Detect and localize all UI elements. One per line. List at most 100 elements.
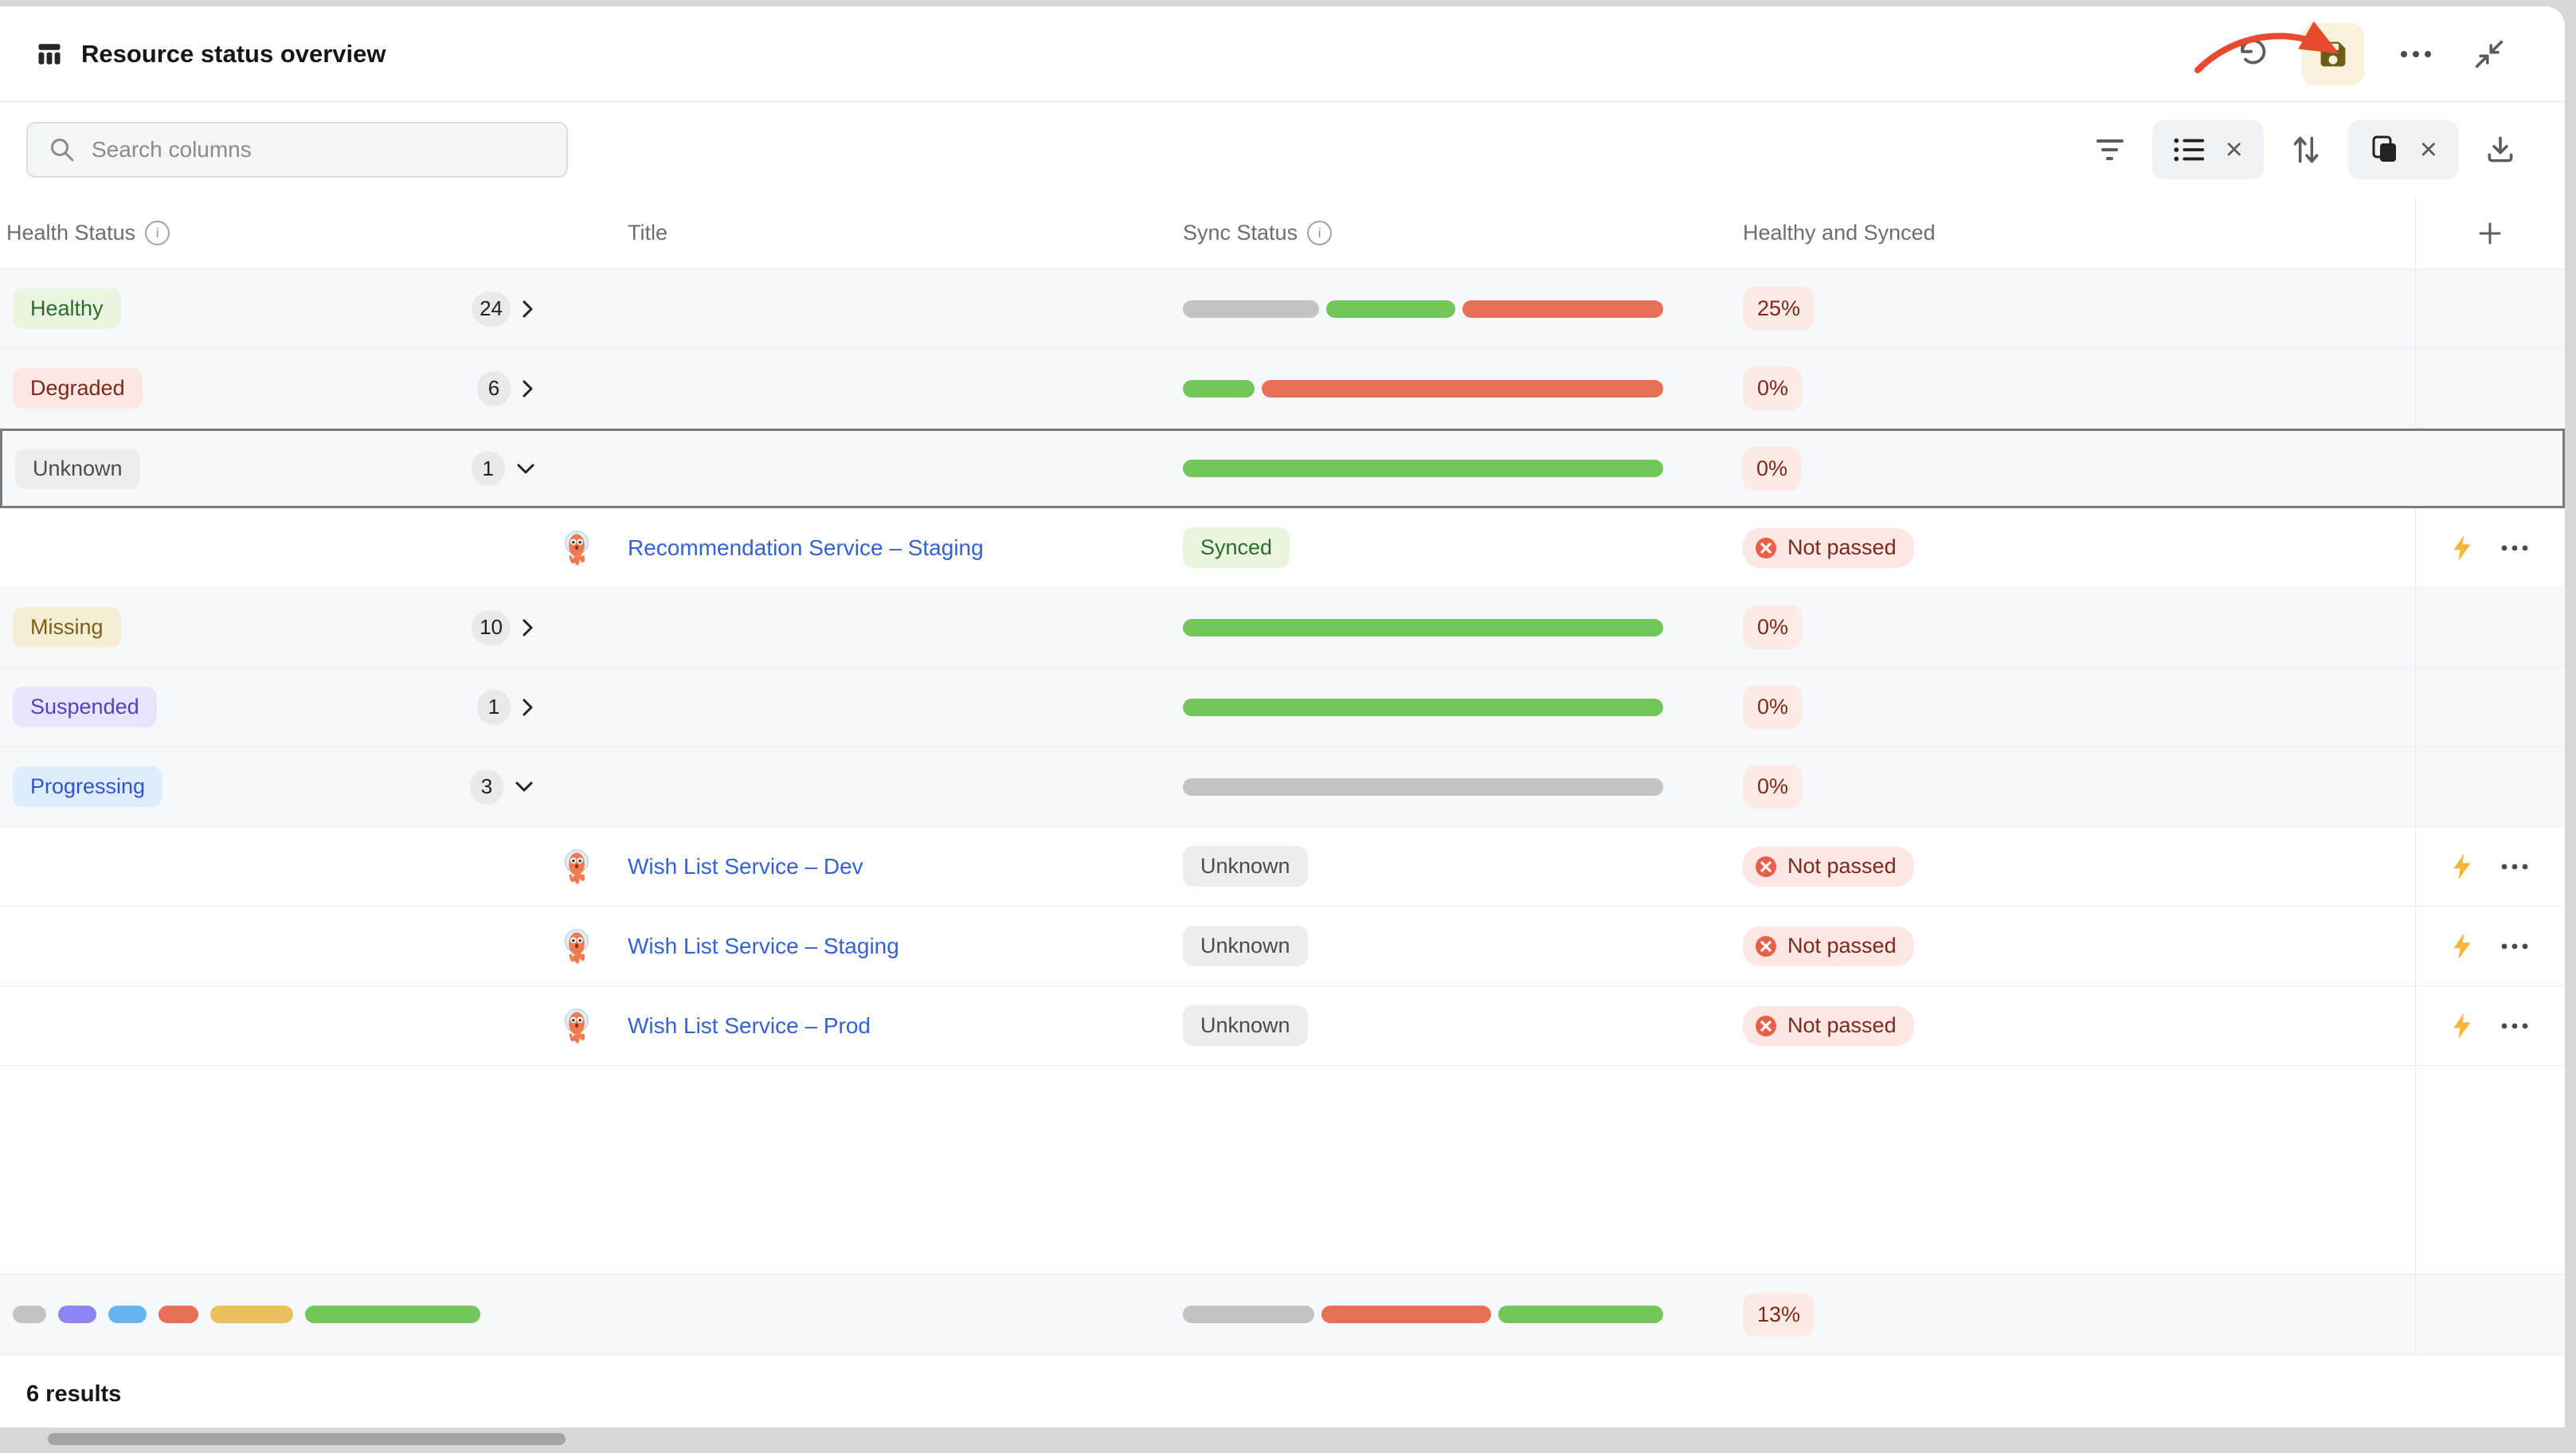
bar-segment (1183, 1306, 1314, 1323)
group-count-badge: 6 (477, 371, 511, 406)
group-copy-button[interactable] (2369, 134, 2401, 166)
table-row-service[interactable]: Wish List Service – Prod Unknown Not pas… (0, 986, 2565, 1066)
sync-status-bar (1183, 699, 1663, 716)
group-count-badge: 10 (472, 610, 511, 645)
save-button[interactable] (2302, 23, 2364, 85)
sync-status-summary-bar (1183, 1306, 1663, 1323)
filter-button[interactable] (2089, 128, 2132, 171)
status-badge: Missing (13, 607, 121, 648)
list-view-button[interactable] (2173, 135, 2206, 164)
chevron-down-icon[interactable] (516, 463, 535, 475)
download-button[interactable] (2479, 128, 2522, 171)
table-row-suspended[interactable]: Suspended 1 0% (0, 668, 2565, 747)
column-header-title[interactable]: Title (613, 221, 1179, 245)
undo-button[interactable] (2229, 33, 2272, 76)
lightning-icon[interactable] (2451, 852, 2473, 881)
table-row-unknown-selected[interactable]: Unknown 1 0% (0, 429, 2565, 508)
percent-badge: 0% (1743, 605, 1803, 649)
chevron-right-icon[interactable] (522, 618, 534, 637)
table-row-degraded[interactable]: Degraded 6 0% (0, 349, 2565, 429)
bar-segment (1498, 1306, 1663, 1323)
screen: Resource status overview (0, 0, 2576, 1453)
check-status-badge: Not passed (1743, 847, 1914, 887)
service-link[interactable]: Wish List Service – Prod (628, 1013, 871, 1039)
column-header-row: Health Status i Title Sync Status i Heal… (0, 198, 2565, 269)
info-icon[interactable]: i (145, 221, 170, 245)
bar-segment (1183, 778, 1663, 796)
chevron-right-icon[interactable] (522, 698, 534, 717)
table-row-healthy[interactable]: Healthy 24 25% (0, 269, 2565, 349)
bar-segment (305, 1306, 480, 1323)
search-box[interactable] (26, 122, 568, 178)
table-row-service[interactable]: Recommendation Service – Staging Synced … (0, 508, 2565, 588)
row-menu-icon[interactable] (2500, 544, 2529, 552)
service-link[interactable]: Recommendation Service – Staging (628, 535, 984, 561)
sync-status-badge: Unknown (1183, 926, 1308, 966)
column-divider (2415, 198, 2416, 1355)
add-column-button[interactable] (2415, 220, 2565, 247)
service-link[interactable]: Wish List Service – Dev (628, 854, 863, 879)
status-badge: Suspended (13, 687, 157, 727)
row-menu-icon[interactable] (2500, 942, 2529, 950)
row-menu-icon[interactable] (2500, 863, 2529, 871)
percent-badge: 25% (1743, 287, 1815, 331)
list-view-icon (2173, 135, 2206, 164)
circle-x-icon (1754, 1014, 1778, 1038)
bar-segment (1326, 300, 1455, 318)
table-body: Healthy 24 25% Degraded 6 0% (0, 269, 2565, 1066)
bar-segment (58, 1306, 96, 1323)
chevron-right-icon[interactable] (522, 300, 534, 319)
circle-x-icon (1754, 536, 1778, 560)
bar-segment (1183, 380, 1255, 398)
bar-segment (13, 1306, 46, 1323)
bar-segment (1262, 380, 1663, 398)
table-row-missing[interactable]: Missing 10 0% (0, 588, 2565, 668)
search-icon (49, 136, 76, 163)
column-label: Sync Status (1183, 221, 1298, 245)
table-toolbar: × × (0, 102, 2565, 198)
service-octopus-icon (561, 1008, 593, 1044)
column-label: Title (628, 221, 667, 245)
sync-status-bar (1183, 460, 1663, 477)
chevron-right-icon[interactable] (522, 379, 534, 398)
service-octopus-icon (561, 531, 593, 566)
undo-icon (2233, 37, 2268, 72)
download-icon (2484, 133, 2517, 166)
chevron-down-icon[interactable] (515, 781, 534, 793)
search-input[interactable] (90, 136, 550, 163)
percent-badge: 0% (1743, 685, 1803, 729)
column-label: Health Status (6, 221, 135, 245)
info-icon[interactable]: i (1307, 221, 1332, 245)
horizontal-scrollbar[interactable] (48, 1433, 566, 1445)
check-status-badge: Not passed (1743, 528, 1914, 568)
collapse-icon (2472, 37, 2507, 72)
results-count: 6 results (26, 1381, 121, 1408)
view-mode-pill: × (2152, 120, 2264, 179)
bar-segment (1462, 300, 1663, 318)
clear-view-mode-button[interactable]: × (2226, 135, 2243, 165)
save-icon (2316, 37, 2351, 72)
lightning-icon[interactable] (2451, 1012, 2473, 1040)
lightning-icon[interactable] (2451, 932, 2473, 961)
check-status-label: Not passed (1787, 856, 1897, 877)
sort-button[interactable] (2284, 128, 2327, 171)
check-status-label: Not passed (1787, 1015, 1897, 1036)
collapse-button[interactable] (2468, 33, 2511, 76)
more-options-button[interactable] (2394, 33, 2437, 76)
bar-segment (108, 1306, 147, 1323)
column-header-health-status[interactable]: Health Status i (0, 221, 613, 245)
group-count-badge: 1 (472, 451, 505, 486)
clear-grouping-button[interactable]: × (2420, 135, 2437, 165)
lightning-icon[interactable] (2451, 534, 2473, 562)
bar-segment (159, 1306, 198, 1323)
service-link[interactable]: Wish List Service – Staging (628, 934, 899, 959)
table-row-service[interactable]: Wish List Service – Staging Unknown Not … (0, 907, 2565, 986)
table-row-service[interactable]: Wish List Service – Dev Unknown Not pass… (0, 827, 2565, 907)
column-header-sync-status[interactable]: Sync Status i (1179, 221, 1705, 245)
column-header-healthy-and-synced[interactable]: Healthy and Synced (1705, 221, 2415, 245)
table-row-progressing[interactable]: Progressing 3 0% (0, 747, 2565, 827)
circle-x-icon (1754, 934, 1778, 958)
row-menu-icon[interactable] (2500, 1022, 2529, 1030)
aggregate-row: 13% (0, 1274, 2565, 1355)
sync-status-bar (1183, 380, 1663, 398)
